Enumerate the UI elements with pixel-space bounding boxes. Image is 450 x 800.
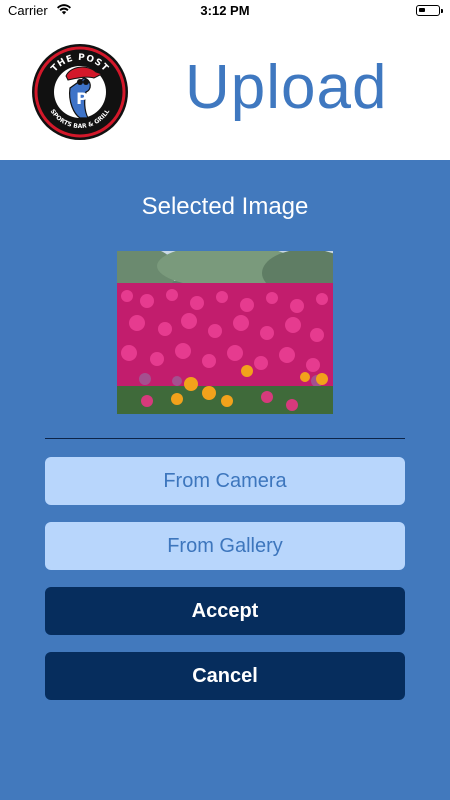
accept-button[interactable]: Accept bbox=[45, 587, 405, 635]
clock: 3:12 PM bbox=[200, 3, 250, 18]
selected-image bbox=[117, 251, 333, 414]
cancel-button[interactable]: Cancel bbox=[45, 652, 405, 700]
page-title: Upload bbox=[185, 53, 388, 122]
status-bar: Carrier 3:12 PM bbox=[0, 0, 450, 22]
battery-icon bbox=[416, 5, 443, 16]
logo-letter: P bbox=[76, 89, 88, 108]
section-title: Selected Image bbox=[141, 193, 309, 220]
from-camera-button[interactable]: From Camera bbox=[45, 457, 405, 505]
from-gallery-button[interactable]: From Gallery bbox=[45, 522, 405, 570]
header: THE POST SPORTS BAR & GRILL P Upload bbox=[0, 22, 450, 160]
divider bbox=[45, 438, 405, 439]
the-post-logo: THE POST SPORTS BAR & GRILL P bbox=[32, 44, 128, 140]
